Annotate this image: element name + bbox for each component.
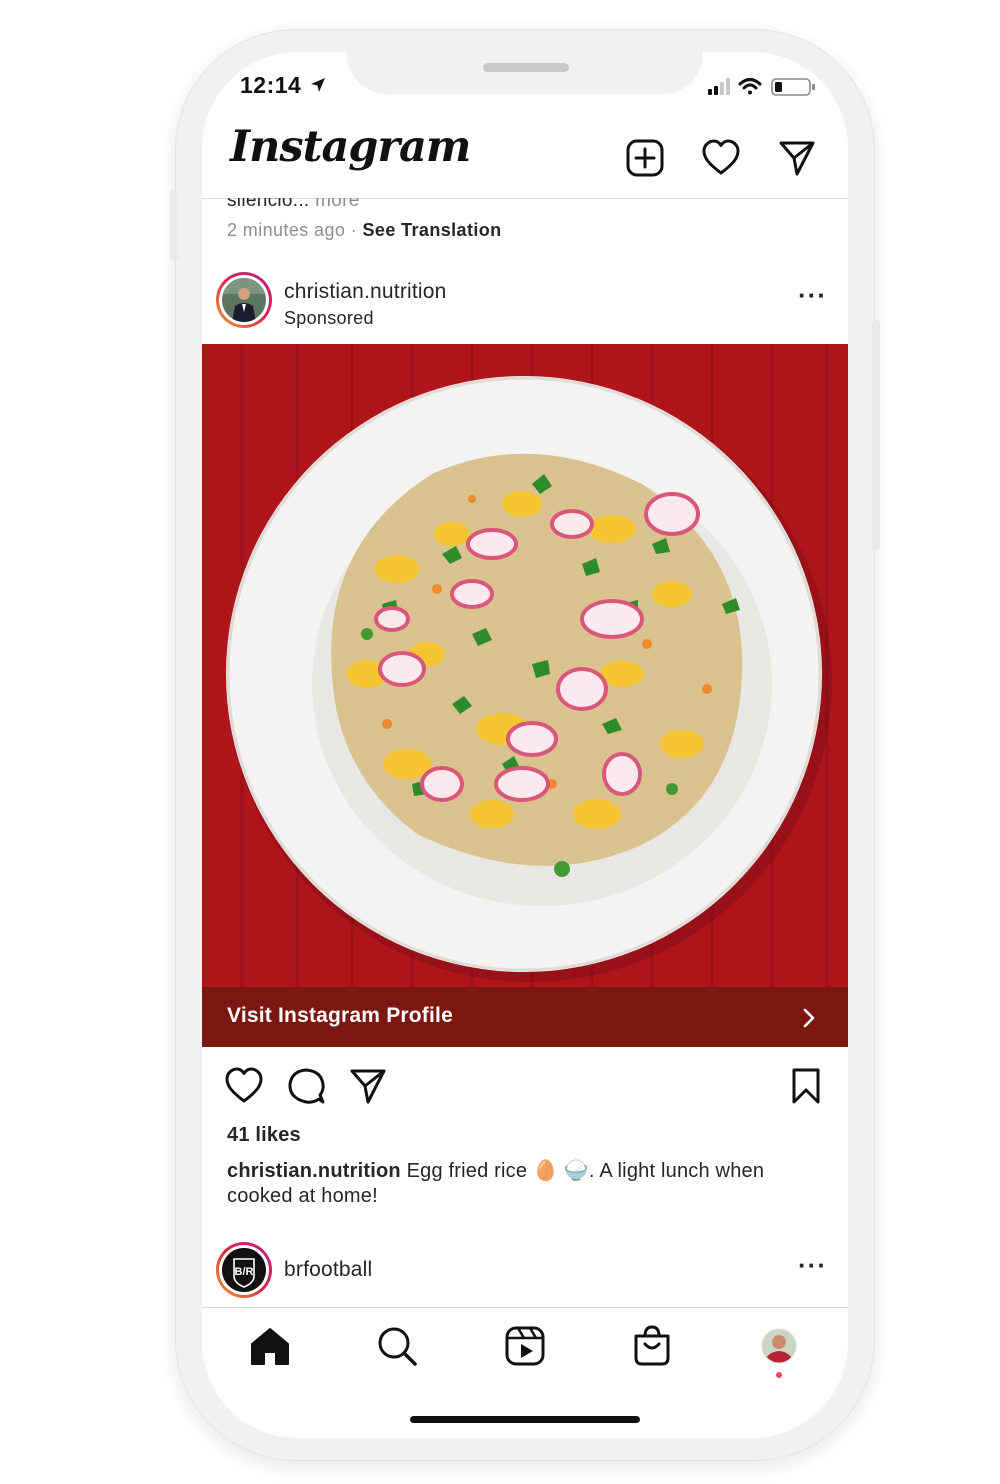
post-timestamp: 2 minutes ago [227, 220, 346, 240]
wifi-icon [738, 78, 762, 95]
next-post-username[interactable]: brfootball [284, 1258, 372, 1282]
previous-post-meta: 2 minutes ago · See Translation [227, 220, 502, 241]
status-icons [708, 78, 815, 96]
profile-avatar[interactable] [757, 1324, 801, 1368]
previous-caption-text: silencio... [227, 190, 310, 211]
meta-separator: · [350, 220, 358, 240]
sponsored-label: Sponsored [284, 308, 374, 328]
post-image[interactable] [202, 344, 848, 987]
next-post-avatar[interactable]: B/R [216, 1242, 272, 1298]
post-avatar[interactable] [216, 272, 272, 328]
fried-rice-photo [202, 344, 848, 987]
tab-bar-divider [202, 1307, 848, 1308]
instagram-logo[interactable]: Instagram [230, 122, 471, 172]
previous-post-caption: silencio... more [227, 190, 360, 212]
search-icon[interactable] [375, 1324, 419, 1368]
home-icon[interactable] [248, 1324, 292, 1368]
like-icon[interactable] [224, 1066, 264, 1106]
direct-messages-icon[interactable] [777, 138, 817, 178]
notch [347, 52, 703, 94]
likes-count[interactable]: 41 likes [227, 1124, 301, 1147]
avatar-photo [222, 278, 266, 322]
br-logo: B/R [222, 1248, 266, 1292]
comment-icon[interactable] [286, 1066, 326, 1106]
cta-label: Visit Instagram Profile [227, 1004, 453, 1027]
notification-dot [776, 1372, 782, 1378]
new-post-icon[interactable] [625, 138, 665, 178]
battery-icon [771, 78, 815, 96]
post-options-icon[interactable]: ··· [798, 280, 827, 311]
speaker-grille [483, 63, 569, 72]
chevron-right-icon [803, 1008, 815, 1028]
phone-side-button [170, 190, 178, 260]
save-icon[interactable] [786, 1066, 826, 1106]
post-caption: christian.nutrition Egg fried rice 🥚 🍚. … [227, 1159, 807, 1209]
next-post-options-icon[interactable]: ··· [798, 1250, 827, 1281]
shop-icon[interactable] [630, 1324, 674, 1368]
see-translation-link[interactable]: See Translation [363, 220, 502, 240]
visit-profile-cta[interactable]: Visit Instagram Profile [202, 987, 848, 1047]
status-time: 12:14 [240, 72, 302, 98]
reels-icon[interactable] [503, 1324, 547, 1368]
home-indicator [410, 1416, 640, 1423]
more-link[interactable]: more [315, 198, 360, 211]
phone-side-button [872, 320, 880, 550]
caption-username[interactable]: christian.nutrition [227, 1160, 401, 1182]
br-logo-text: B/R [235, 1266, 254, 1278]
cellular-signal-icon [708, 78, 730, 95]
phone-screen: 12:14 Instagram silencio... more 2 minut… [202, 52, 848, 1438]
post-username[interactable]: christian.nutrition [284, 280, 447, 304]
share-icon[interactable] [348, 1066, 388, 1106]
activity-heart-icon[interactable] [701, 138, 741, 178]
location-arrow-icon [311, 78, 325, 92]
